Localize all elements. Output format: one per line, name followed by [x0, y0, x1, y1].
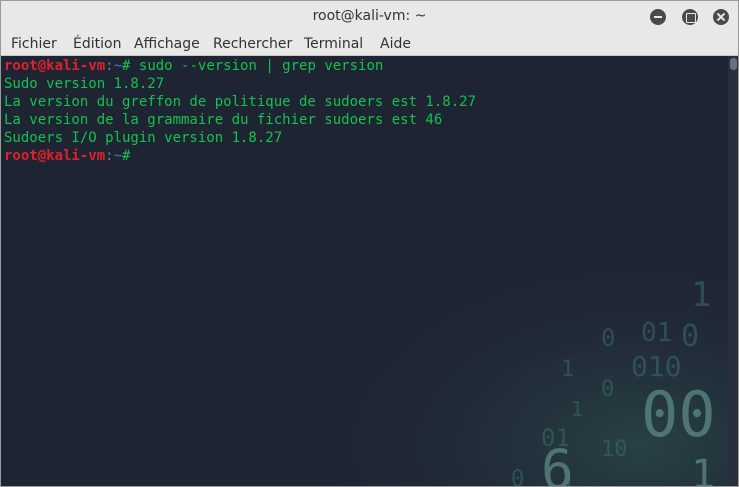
maximize-icon[interactable] [682, 9, 698, 25]
minimize-icon[interactable] [650, 9, 666, 25]
prompt-separator: : [105, 148, 114, 164]
svg-text:010: 010 [631, 350, 682, 383]
command-text: sudo --version | grep version [130, 58, 384, 74]
scrollbar[interactable] [728, 56, 738, 486]
menu-terminal[interactable]: Terminal [304, 36, 363, 52]
cursor [130, 147, 138, 162]
svg-text:0: 0 [601, 377, 614, 402]
command-line: root@kali-vm:~# sudo --version | grep ve… [4, 57, 383, 75]
close-icon[interactable] [713, 9, 729, 25]
svg-text:1: 1 [571, 397, 583, 421]
menu-bar: Fichier Édition Affichage Rechercher Ter… [1, 33, 738, 56]
menu-affichage[interactable]: Affichage [134, 36, 200, 52]
svg-text:0: 0 [601, 324, 615, 352]
output-line: Sudo version 1.8.27 [4, 76, 165, 92]
svg-text:01: 01 [641, 318, 672, 348]
output-line: La version de la grammaire du fichier su… [4, 112, 443, 128]
svg-text:0: 0 [681, 319, 699, 354]
svg-text:01: 01 [541, 424, 570, 452]
svg-text:1: 1 [561, 466, 575, 487]
prompt-user-host: root@kali-vm [4, 148, 106, 164]
prompt-separator: : [105, 58, 114, 74]
terminal-area[interactable]: 1 0 01 0 1 010 0 1 01 10 0 1 00 6 1 root… [1, 56, 728, 487]
menu-edition[interactable]: Édition [73, 36, 121, 52]
scrollbar-thumb[interactable] [730, 58, 737, 70]
title-bar[interactable]: root@kali-vm: ~ [1, 1, 738, 33]
output-line: La version du greffon de politique de su… [4, 94, 477, 110]
svg-text:10: 10 [601, 437, 628, 462]
prompt-path: ~ [113, 148, 123, 164]
prompt-symbol: # [122, 148, 131, 164]
svg-text:1: 1 [691, 275, 711, 315]
menu-rechercher[interactable]: Rechercher [213, 36, 292, 52]
output-line: Sudoers I/O plugin version 1.8.27 [4, 130, 283, 146]
terminal-window: root@kali-vm: ~ Fichier Édition Affichag… [0, 0, 739, 487]
svg-text:0: 0 [511, 467, 524, 487]
svg-text:00: 00 [641, 378, 716, 451]
prompt-user-host: root@kali-vm [4, 58, 106, 74]
svg-text:1: 1 [691, 452, 715, 487]
prompt-line: root@kali-vm:~# [4, 147, 138, 165]
window-title: root@kali-vm: ~ [312, 8, 427, 24]
svg-text:6: 6 [541, 438, 574, 487]
menu-aide[interactable]: Aide [380, 36, 411, 52]
prompt-path: ~ [113, 58, 123, 74]
menu-fichier[interactable]: Fichier [11, 36, 57, 52]
svg-text:1: 1 [561, 357, 574, 382]
